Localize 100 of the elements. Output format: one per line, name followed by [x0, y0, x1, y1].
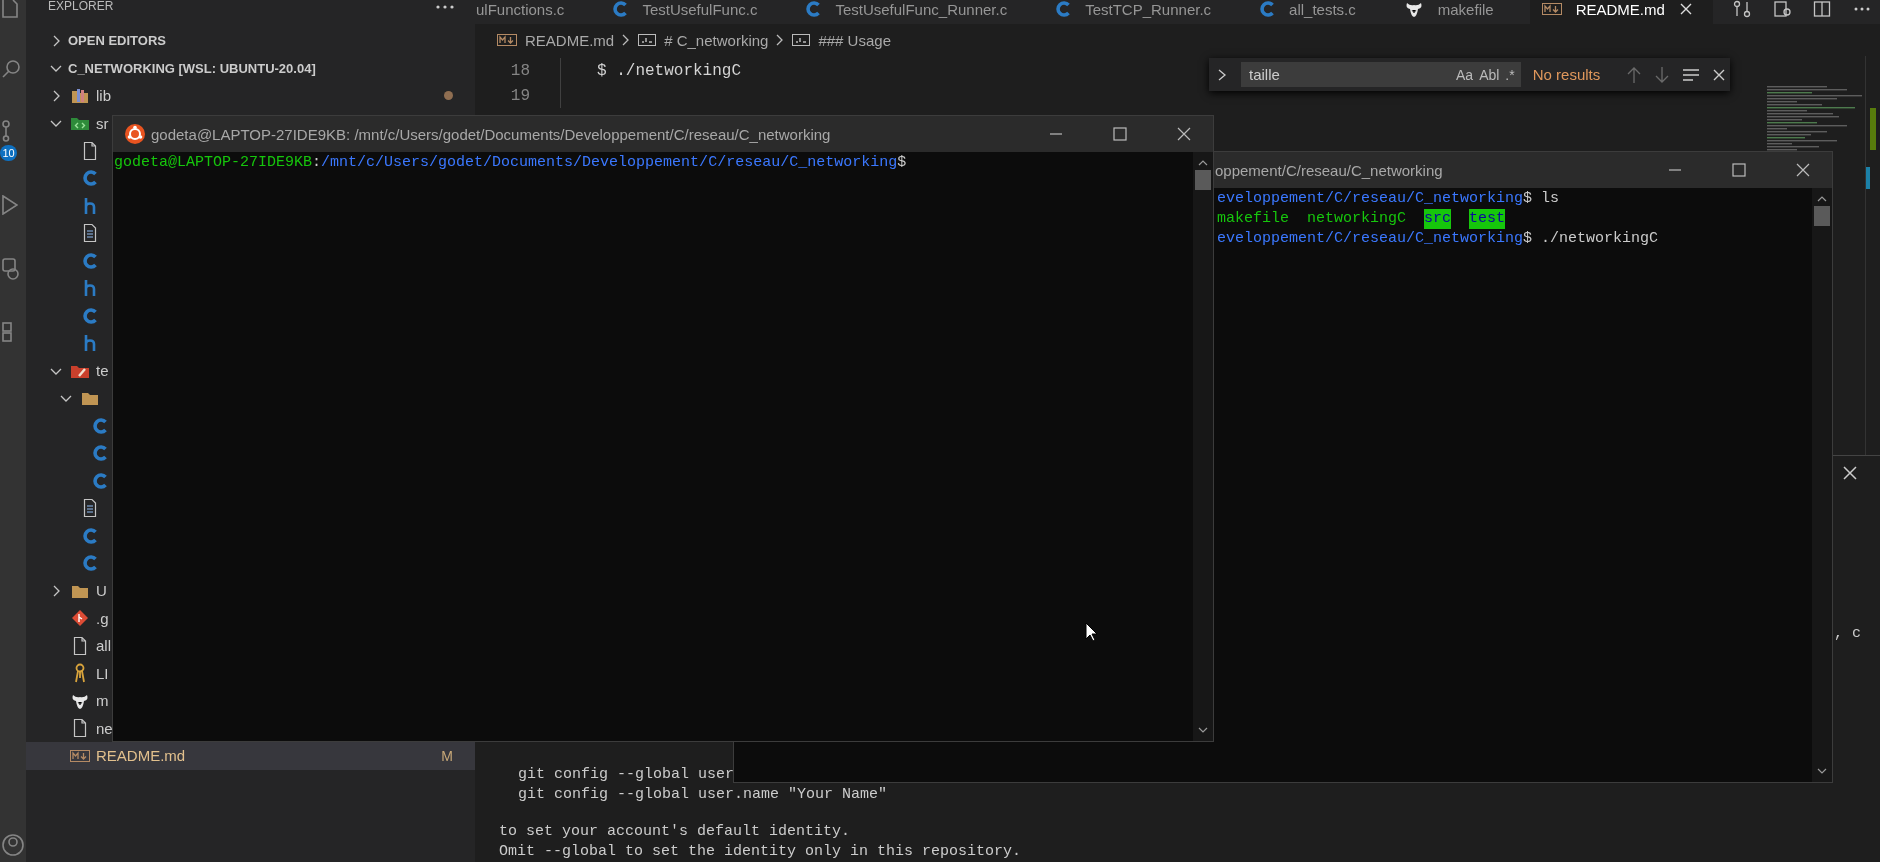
- folder-icon: [71, 87, 89, 104]
- breadcrumb-item[interactable]: README.md: [497, 31, 615, 49]
- c-file-icon: [92, 416, 108, 435]
- open-preview-icon: [1772, 0, 1791, 18]
- c-file-icon: [92, 471, 108, 490]
- c-file-icon: [82, 554, 98, 573]
- ribbon-icon: [73, 663, 87, 684]
- c-file-icon: [1259, 0, 1276, 18]
- code-folder-icon: [70, 115, 90, 132]
- search-option-toggle[interactable]: Aa: [1456, 66, 1474, 83]
- more-icon: [435, 3, 455, 10]
- scroll-thumb[interactable]: [1195, 170, 1211, 190]
- files-icon: [2, 0, 18, 18]
- c-file-icon: [612, 0, 629, 18]
- terminal-text: , c: [1834, 624, 1861, 642]
- diamond-icon: [71, 609, 89, 628]
- tree-item[interactable]: lib: [26, 82, 475, 110]
- lines-icon: [1682, 67, 1701, 82]
- c-file-icon: [1055, 0, 1072, 18]
- mouse-pointer-icon: [1085, 622, 1097, 642]
- editor-tab[interactable]: TestUsefulFunc.c: [600, 0, 794, 24]
- find-field[interactable]: taille Aa Abl .*: [1241, 62, 1521, 87]
- close-icon: [1842, 465, 1858, 481]
- tree-item[interactable]: LI: [26, 659, 113, 687]
- editor-tab[interactable]: all_tests.c: [1247, 0, 1392, 24]
- folder-icon: [81, 390, 99, 407]
- terminal-line: godeta@LAPTOP-27IDE9KB:/mnt/c/Users/godet/Documents/Developpement/C/reseau/C_networking$: [114, 153, 908, 173]
- extensions-icon: [2, 322, 12, 342]
- tree-item[interactable]: sr: [26, 109, 113, 137]
- scroll-thumb[interactable]: [1814, 206, 1830, 226]
- file-icon: [72, 718, 88, 739]
- editor-tab[interactable]: makefile: [1391, 0, 1530, 24]
- editor-tab[interactable]: TestTCP_Runner.c: [1043, 0, 1248, 24]
- document-icon: [82, 223, 98, 244]
- close-icon: [1712, 67, 1727, 82]
- chevron-up-icon: [1816, 194, 1828, 204]
- editor-tab[interactable]: README.md: [1529, 0, 1713, 24]
- window-title: oppement/C/reseau/C_networking: [1215, 161, 1444, 179]
- notification-badge: 10: [0, 145, 17, 161]
- result-count: No results: [1532, 66, 1601, 83]
- run-icon: [2, 195, 18, 215]
- line-number: 19: [509, 86, 530, 105]
- c-file-icon: [82, 306, 98, 325]
- file-icon: [82, 140, 98, 161]
- sidebar-title: EXPLORER: [48, 0, 114, 13]
- close-icon: [1177, 127, 1191, 141]
- maximize-icon: [1732, 163, 1746, 177]
- breadcrumb-item[interactable]: # C_networking: [638, 31, 769, 49]
- symbol-icon: [792, 33, 811, 47]
- search-option-toggle[interactable]: Abl: [1479, 66, 1500, 83]
- maximize-icon: [1113, 127, 1127, 141]
- terminal-line: makefile networkingC src test: [1217, 209, 1507, 229]
- h-file-icon: [83, 334, 97, 353]
- tree-item[interactable]: ne: [26, 714, 113, 742]
- code-line: $ ./networkingC: [597, 61, 742, 80]
- markdown-icon: [497, 33, 517, 47]
- close-icon: [1796, 163, 1810, 177]
- section-header[interactable]: OPEN EDITORS: [26, 27, 475, 55]
- tree-item[interactable]: U: [26, 577, 113, 605]
- markdown-icon: [70, 748, 90, 763]
- document-icon: [82, 498, 98, 519]
- section-header[interactable]: C_NETWORKING [WSL: UBUNTU-20.04]: [26, 54, 475, 82]
- terminal-line: eveloppement/C/reseau/C_networking$ ls: [1217, 189, 1561, 209]
- search-icon: [2, 60, 20, 78]
- c-file-icon: [805, 0, 822, 18]
- more-icon: [1852, 6, 1871, 12]
- tree-item[interactable]: .g: [26, 604, 113, 632]
- compare-changes-icon: [1732, 0, 1751, 18]
- tree-item[interactable]: README.md M: [26, 742, 475, 770]
- h-file-icon: [83, 196, 97, 215]
- c-file-icon: [82, 169, 98, 188]
- symbol-icon: [638, 33, 657, 47]
- window-title: godeta@LAPTOP-27IDE9KB: /mnt/c/Users/godet/Documents/Developpement/C/reseau/C_networking: [151, 125, 832, 143]
- tree-item[interactable]: te: [26, 357, 113, 385]
- terminal-line: eveloppement/C/reseau/C_networking$ ./networkingC: [1217, 229, 1660, 249]
- close-icon: [1678, 2, 1693, 16]
- editor-tab[interactable]: TestUsefulFunc_Runner.c: [793, 0, 1044, 24]
- source-control-icon: [2, 120, 10, 142]
- search-option-toggle[interactable]: .*: [1505, 66, 1515, 83]
- chevron-up-icon: [1197, 158, 1209, 168]
- c-file-icon: [82, 251, 98, 270]
- git-status-letter: M: [441, 747, 453, 764]
- chevron-down-icon: [1816, 766, 1828, 776]
- account-icon: [2, 834, 24, 856]
- terminal-line: to set your account's default identity.: [499, 822, 851, 842]
- ubuntu-icon: [125, 124, 145, 144]
- chevron-down-icon: [1197, 725, 1209, 735]
- terminal-line: Omit --global to set the identity only in this repository.: [499, 842, 1022, 862]
- tree-item[interactable]: m: [26, 687, 113, 715]
- markdown-icon: [1541, 2, 1562, 16]
- line-number: 18: [509, 61, 530, 80]
- h-file-icon: [83, 279, 97, 298]
- tree-item[interactable]: all: [26, 632, 113, 660]
- animal-head-icon: [1403, 0, 1424, 18]
- terminal-line: git config --global user: [517, 765, 735, 785]
- editor-tab[interactable]: ulFunctions.c: [475, 0, 601, 24]
- arrow-up-icon: [1626, 65, 1643, 84]
- breadcrumb-item[interactable]: ### Usage: [792, 31, 891, 49]
- file-icon: [72, 635, 88, 656]
- split-editor-icon: [1812, 0, 1831, 18]
